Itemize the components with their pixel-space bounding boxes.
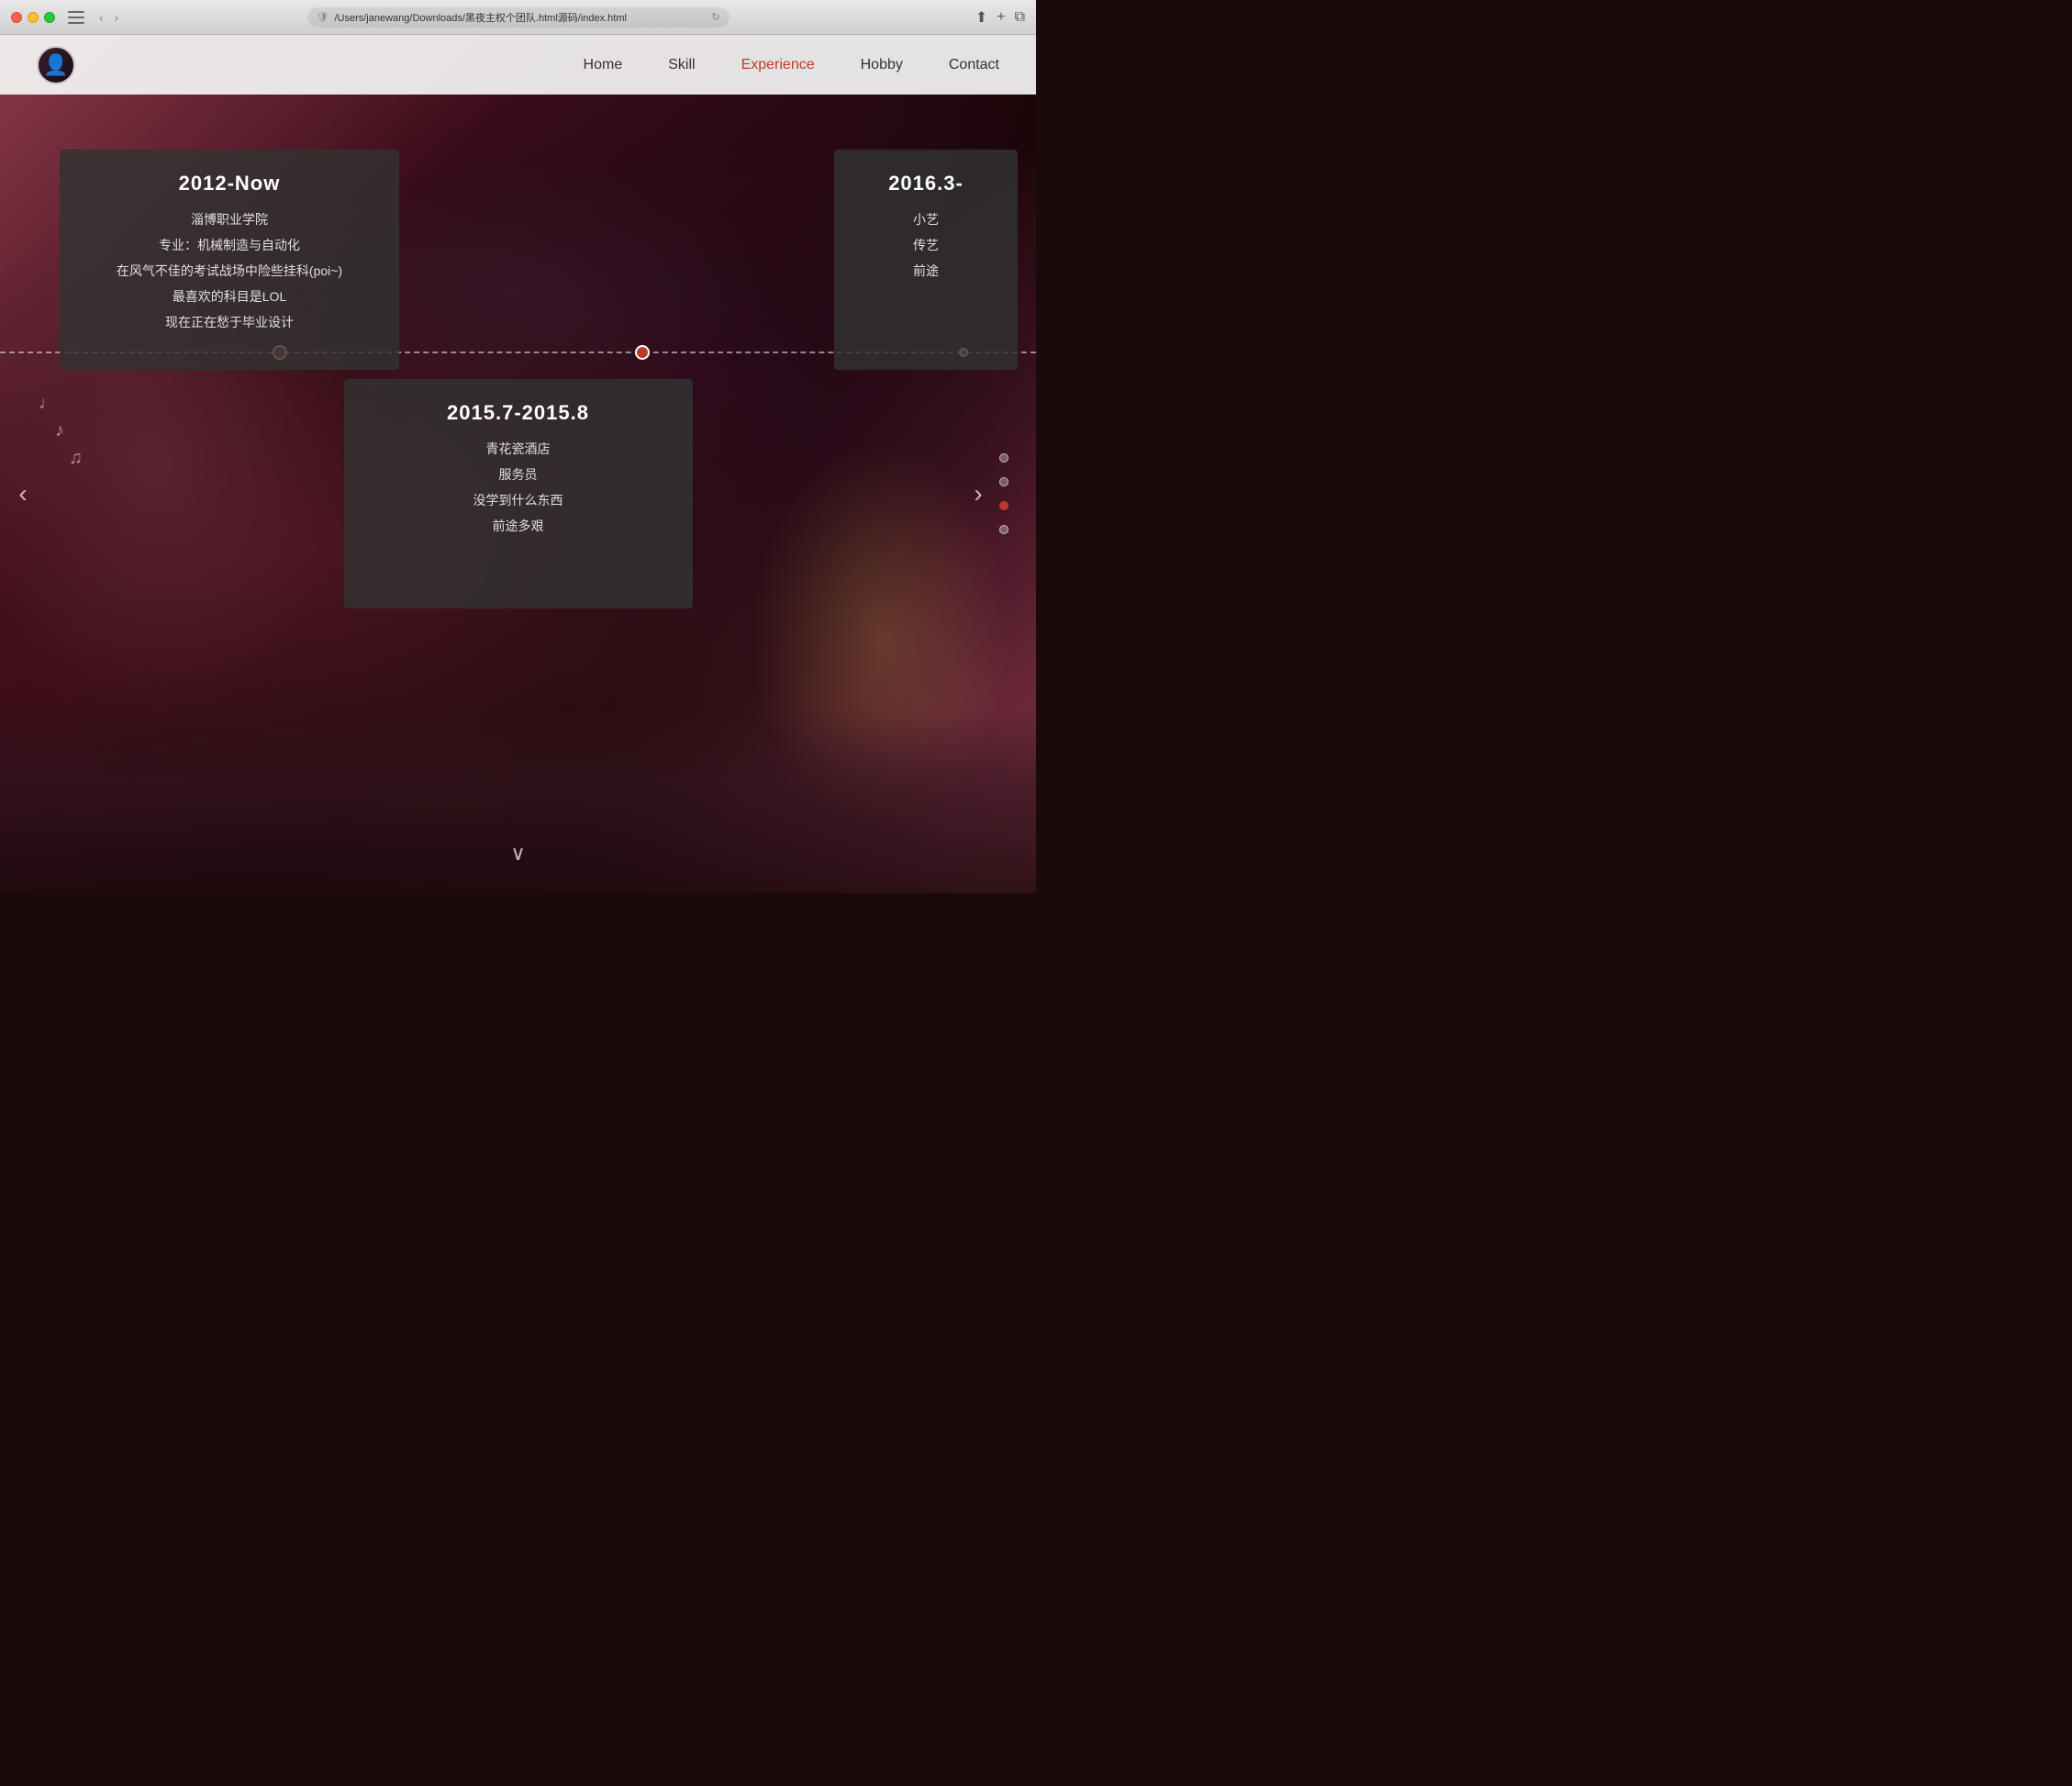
- nav-skill[interactable]: Skill: [668, 57, 695, 73]
- browser-chrome: ‹ › 🛡 /Users/janewang/Downloads/黑夜主权个团队.…: [0, 0, 1036, 35]
- scroll-hint-icon: ∨: [510, 842, 525, 865]
- card-2016-line-1: 小艺: [852, 207, 999, 232]
- card-2016-title: 2016.3-: [852, 172, 999, 195]
- reload-icon[interactable]: ↻: [711, 11, 719, 23]
- browser-nav: ‹ ›: [95, 8, 122, 27]
- avatar: 👤: [37, 46, 75, 84]
- timeline-section: 2012-Now 淄博职业学院 专业：机械制造与自动化 在风气不佳的考试战场中险…: [0, 95, 1036, 893]
- experience-card-2012: 2012-Now 淄博职业学院 专业：机械制造与自动化 在风气不佳的考试战场中险…: [60, 150, 399, 370]
- next-arrow[interactable]: ›: [964, 466, 992, 521]
- card-2012-line-1: 淄博职业学院: [78, 207, 381, 232]
- scroll-hint[interactable]: ∨: [510, 842, 525, 865]
- card-2015-line-4: 前途多艰: [362, 513, 674, 539]
- browser-actions: ⬆ + ⧉: [975, 8, 1025, 27]
- fullscreen-button[interactable]: [44, 12, 55, 23]
- card-2012-line-5: 现在正在愁于毕业设计: [78, 309, 381, 335]
- pagination-dot-1[interactable]: [999, 453, 1008, 463]
- pagination-dot-3[interactable]: [999, 501, 1008, 510]
- forward-button[interactable]: ›: [111, 8, 123, 27]
- tab-overview-button[interactable]: ⧉: [1015, 9, 1025, 26]
- card-2016-body: 小艺 传艺 前途: [852, 207, 999, 284]
- nav-links: Home Skill Experience Hobby Contact: [584, 57, 999, 73]
- card-2015-body: 青花瓷酒店 服务员 没学到什么东西 前途多艰: [362, 436, 674, 539]
- shield-icon: 🛡: [317, 11, 329, 23]
- experience-card-2015: 2015.7-2015.8 青花瓷酒店 服务员 没学到什么东西 前途多艰: [344, 379, 693, 608]
- card-2016-line-3: 前途: [852, 258, 999, 284]
- address-bar[interactable]: 🛡 /Users/janewang/Downloads/黑夜主权个团队.html…: [307, 7, 730, 28]
- new-tab-button[interactable]: +: [997, 9, 1005, 26]
- close-button[interactable]: [11, 12, 22, 23]
- card-2015-line-1: 青花瓷酒店: [362, 436, 674, 462]
- card-2016-line-2: 传艺: [852, 232, 999, 258]
- experience-card-2016: 2016.3- 小艺 传艺 前途: [834, 150, 1018, 370]
- card-2015-line-2: 服务员: [362, 462, 674, 487]
- card-2012-line-3: 在风气不佳的考试战场中险些挂科(poi~): [78, 258, 381, 284]
- card-2012-line-2: 专业：机械制造与自动化: [78, 232, 381, 258]
- nav-home[interactable]: Home: [584, 57, 623, 73]
- nav-contact[interactable]: Contact: [949, 57, 999, 73]
- timeline-dot-2: [635, 345, 650, 360]
- prev-arrow[interactable]: ‹: [9, 466, 37, 521]
- pagination-dots: [999, 453, 1008, 534]
- card-2012-line-4: 最喜欢的科目是LOL: [78, 284, 381, 309]
- card-2012-body: 淄博职业学院 专业：机械制造与自动化 在风气不佳的考试战场中险些挂科(poi~)…: [78, 207, 381, 335]
- share-button[interactable]: ⬆: [975, 8, 987, 27]
- pagination-dot-4[interactable]: [999, 525, 1008, 534]
- nav-hobby[interactable]: Hobby: [861, 57, 903, 73]
- card-2015-line-3: 没学到什么东西: [362, 487, 674, 513]
- card-2012-title: 2012-Now: [78, 172, 381, 195]
- navbar: 👤 Home Skill Experience Hobby Contact: [0, 35, 1036, 95]
- nav-experience[interactable]: Experience: [741, 57, 815, 73]
- minimize-button[interactable]: [28, 12, 39, 23]
- back-button[interactable]: ‹: [95, 8, 107, 27]
- url-text: /Users/janewang/Downloads/黑夜主权个团队.html源码…: [334, 10, 706, 25]
- site-wrapper: ♩ ♪ ♫ 👤 Home Skill Experience Hobby Cont…: [0, 35, 1036, 893]
- pagination-dot-2[interactable]: [999, 477, 1008, 486]
- card-2015-title: 2015.7-2015.8: [362, 401, 674, 425]
- sidebar-toggle-button[interactable]: [68, 11, 84, 24]
